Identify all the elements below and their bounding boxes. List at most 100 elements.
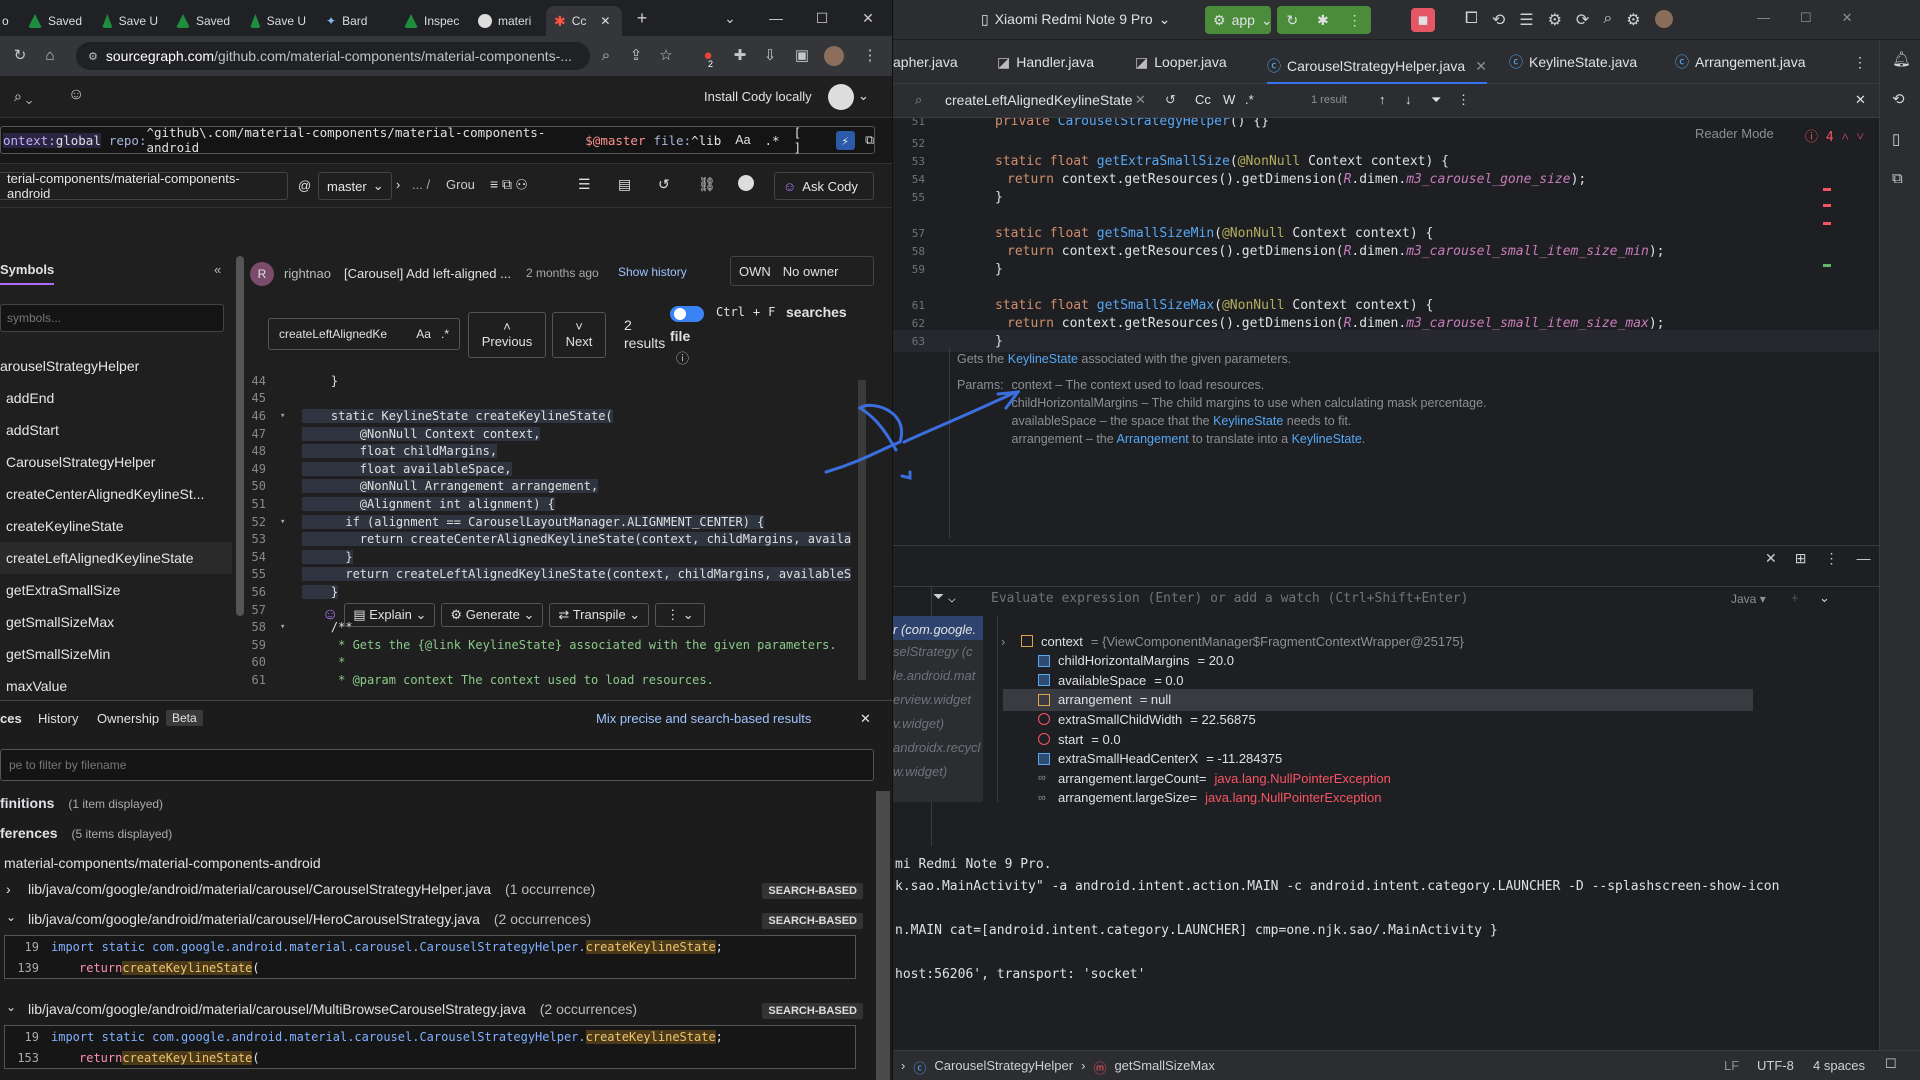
ownership-button[interactable]: OWN No owner — [730, 256, 874, 286]
frame-item[interactable]: w.widget) — [893, 760, 983, 784]
symbol-item[interactable]: maxValue — [0, 670, 232, 702]
snippet-line[interactable]: 19 import static com.google.android.mater… — [5, 1026, 855, 1047]
device-selector[interactable]: ▯ Xiaomi Redmi Note 9 Pro ⌄ — [981, 11, 1170, 28]
chevron-down-icon[interactable]: ⌄ — [858, 88, 869, 104]
commit-author[interactable]: rightnao — [284, 266, 331, 281]
notifications-icon[interactable]: ☐ — [1885, 1056, 1897, 1072]
variable-row[interactable]: ∞ arrangement.largeSize = java.lang.NullP… — [1018, 787, 1381, 809]
user-avatar[interactable] — [828, 84, 854, 110]
whole-word-toggle[interactable]: W — [1223, 92, 1235, 107]
rerun-icon[interactable]: ↻ — [1286, 12, 1298, 29]
generate-button[interactable]: ⚙ Generate ⌄ — [441, 603, 544, 627]
file-find-input[interactable]: createLeftAlignedKe Aa .* — [268, 318, 460, 350]
tab-menu-icon[interactable]: ⋮ — [1853, 50, 1867, 74]
change-stripe[interactable] — [1823, 264, 1831, 267]
code-line[interactable]: 52 ▾ if (alignment == CarouselLayoutManag… — [250, 513, 872, 531]
more-icon[interactable]: ⋮ — [1348, 12, 1362, 29]
stop-button[interactable]: ◼ — [1411, 8, 1435, 32]
history-icon[interactable]: ↺ — [658, 176, 670, 193]
close-icon[interactable]: ✕ — [1765, 550, 1777, 567]
doc-link[interactable]: KeylineState — [1008, 352, 1078, 366]
breadcrumb-file[interactable]: Grou — [446, 177, 475, 192]
more-actions-button[interactable]: ⋮ ⌄ — [655, 603, 705, 627]
search-query-input[interactable]: ontext: global repo: ^github\.com/material… — [0, 125, 875, 155]
frame-item[interactable]: androidx.recycl — [893, 736, 983, 760]
regex-toggle[interactable]: .* — [1245, 92, 1254, 107]
find-input[interactable]: createLeftAlignedKeylineState — [945, 92, 1133, 108]
symbol-item[interactable]: CarouselStrategyHelper — [0, 446, 232, 478]
add-watch-icon[interactable]: + — [1791, 590, 1799, 605]
regex-toggle[interactable]: .* — [765, 133, 780, 148]
filter-icon[interactable]: ⏷ ⌄ — [933, 588, 956, 605]
doc-link[interactable]: Arrangement — [1116, 432, 1188, 446]
minimize-button[interactable]: — — [1757, 10, 1770, 26]
ctrl-f-toggle[interactable] — [670, 306, 704, 322]
code-scrollbar[interactable] — [858, 380, 866, 680]
cody-icon[interactable]: ☺ — [68, 86, 84, 104]
fold-chevron-icon[interactable]: ▾ — [280, 411, 302, 421]
tab-overflow[interactable]: o — [0, 6, 18, 36]
symbols-filter-input[interactable]: symbols... — [0, 304, 224, 332]
snippet-line[interactable]: 153 return createKeylineState( — [5, 1047, 855, 1068]
repo-name-button[interactable]: terial-components/material-components-an… — [0, 171, 288, 201]
chevron-right-icon[interactable]: › — [6, 881, 11, 897]
editor-tab[interactable]: ◪ Looper.java — [1135, 50, 1227, 74]
code-line[interactable]: 47 @NonNull Context context, — [250, 425, 872, 443]
sdk-icon[interactable]: ⚙ — [1548, 10, 1562, 30]
symbol-item[interactable]: createKeylineState — [0, 510, 232, 542]
breadcrumb-class[interactable]: CarouselStrategyHelper — [934, 1058, 1073, 1077]
error-stripe[interactable] — [1823, 222, 1831, 225]
case-toggle[interactable]: Aa — [735, 133, 750, 147]
lightning-icon[interactable]: ⚡ — [835, 130, 856, 150]
chevron-down-icon[interactable]: ⌄ — [6, 910, 16, 924]
file-actions-icon[interactable]: ≡ ⧉ ⚇ — [490, 176, 527, 193]
line-separator[interactable]: LF — [1724, 1058, 1739, 1073]
close-icon[interactable]: ✕ — [860, 711, 871, 727]
kebab-menu-icon[interactable]: ⋮ — [1824, 550, 1838, 567]
editor-tab-active[interactable]: ⓒ CarouselStrategyHelper.java ✕ — [1267, 50, 1487, 84]
search-icon[interactable]: ⌕ — [1603, 10, 1612, 30]
snippet-line[interactable]: 19 import static com.google.android.mater… — [5, 936, 855, 957]
commit-message[interactable]: [Carousel] Add left-aligned ... — [344, 266, 511, 281]
match-case-toggle[interactable]: Cc — [1195, 92, 1211, 107]
breadcrumb-method[interactable]: getSmallSizeMax — [1114, 1058, 1214, 1077]
tab-history[interactable]: History — [38, 711, 78, 726]
info-icon[interactable]: ⓘ — [676, 348, 689, 367]
close-icon[interactable]: ✕ — [1475, 58, 1487, 75]
symbols-tab[interactable]: Symbols — [0, 262, 55, 285]
toggle-blame-icon[interactable]: ☰ — [578, 176, 591, 193]
symbol-item-selected[interactable]: createLeftAlignedKeylineState — [0, 542, 232, 574]
settings-icon[interactable]: ⚙ — [1626, 10, 1640, 30]
code-line[interactable]: 51 @Alignment int alignment) { — [250, 495, 872, 513]
chevron-right-icon[interactable]: › — [1001, 634, 1013, 649]
tab-saved-1[interactable]: Saved — [20, 6, 92, 36]
indent-setting[interactable]: 4 spaces — [1813, 1058, 1865, 1073]
gemini-icon[interactable]: ⟲ — [1892, 90, 1905, 108]
symbol-item[interactable]: addStart — [0, 414, 232, 446]
doc-link[interactable]: KeylineState — [1213, 414, 1283, 428]
code-line[interactable]: 59 * Gets the {@link KeylineState} assoc… — [250, 636, 872, 654]
kebab-menu-icon[interactable]: ⋮ — [860, 46, 880, 66]
home-icon[interactable]: ⌂ — [40, 46, 60, 66]
profile-avatar[interactable] — [1654, 10, 1673, 28]
profile-avatar[interactable] — [824, 46, 844, 66]
editor-tab[interactable]: ⓒ KeylineState.java — [1509, 50, 1637, 74]
tab-saved-2[interactable]: Saved — [168, 6, 240, 36]
console-output[interactable]: mi Redmi Note 9 Pro. k.sao.MainActivity"… — [893, 845, 1879, 1050]
language-selector[interactable]: Java ▾ — [1731, 592, 1766, 606]
explain-button[interactable]: ▤ Explain ⌄ — [344, 603, 436, 627]
frame-item-selected[interactable]: r (com.google. — [893, 616, 983, 640]
chevron-down-icon[interactable]: ⌄ — [720, 8, 740, 28]
frame-item[interactable]: selStrategy (c — [893, 640, 983, 664]
history-icon[interactable]: ↺ — [1165, 92, 1176, 108]
code-line[interactable]: 53 return createCenterAlignedKeylineStat… — [250, 530, 872, 548]
download-icon[interactable]: ⇩ — [760, 46, 780, 66]
collapse-panel-icon[interactable]: « — [214, 262, 221, 277]
code-line[interactable]: 61 * @param context The context used to … — [250, 671, 872, 689]
chevron-down-icon[interactable]: ⌄ — [1819, 590, 1830, 606]
breadcrumb-ellipsis[interactable]: ... / — [412, 177, 430, 192]
raw-file-icon[interactable]: ▤ — [618, 176, 631, 193]
ref-file-link[interactable]: lib/java/com/google/android/material/car… — [28, 911, 591, 927]
code-line[interactable]: 46 ▾ static KeylineState createKeylineSta… — [250, 407, 872, 425]
code-line[interactable]: 44 } — [250, 372, 872, 390]
